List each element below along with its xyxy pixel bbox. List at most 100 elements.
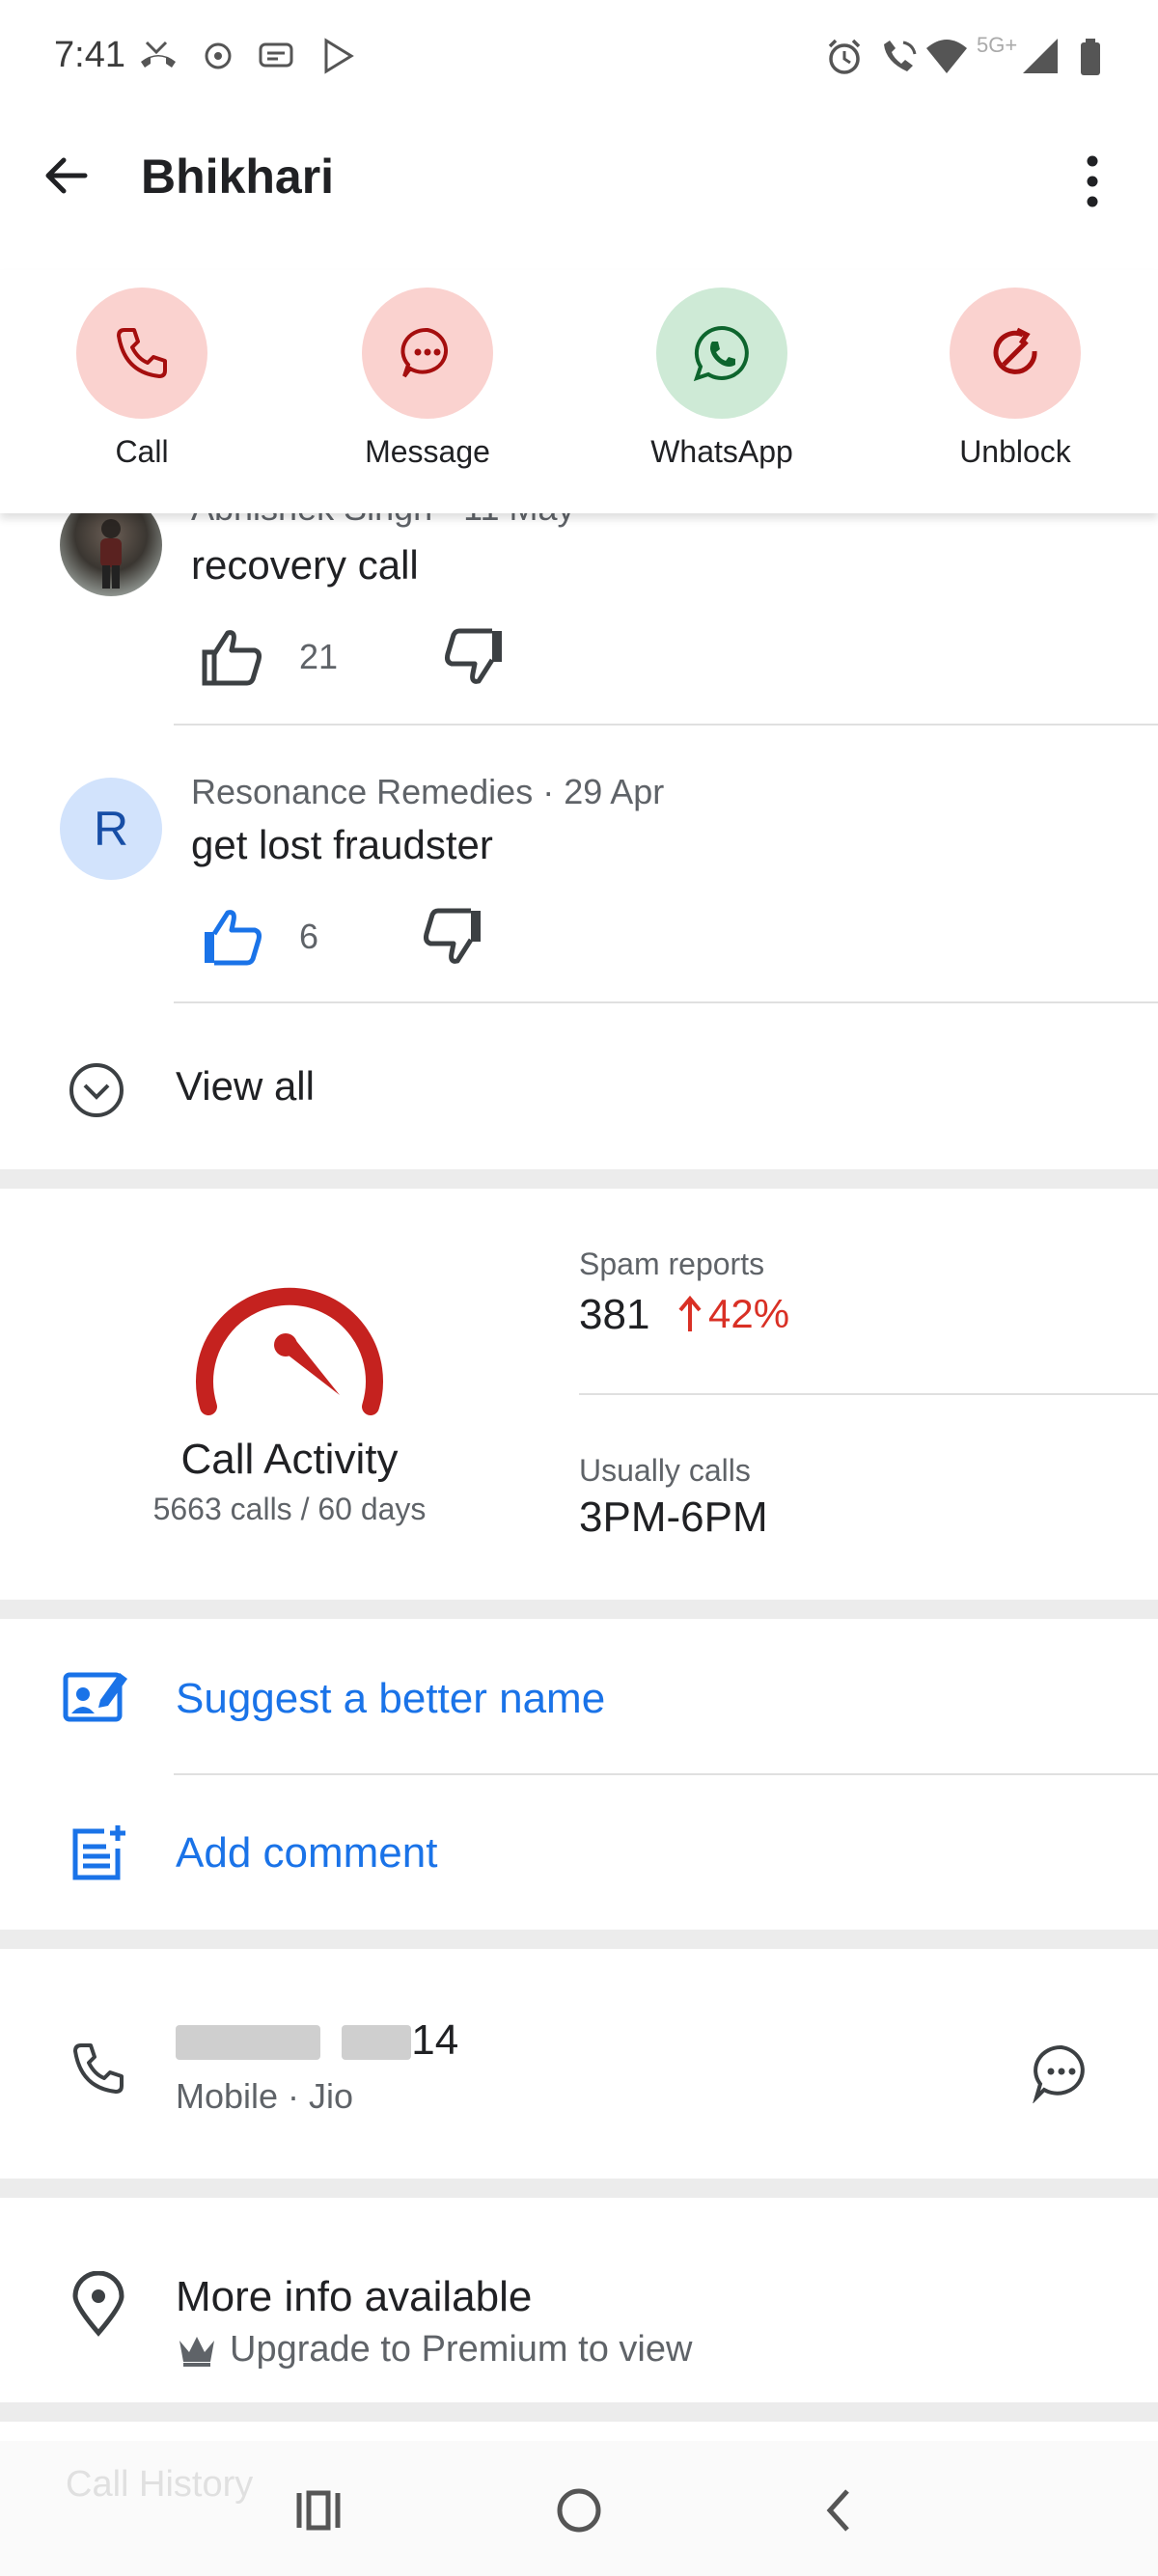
redacted-block: [342, 2025, 412, 2061]
spam-reports-value: 381: [579, 1291, 650, 1338]
crown-icon: [179, 2336, 214, 2367]
phone-number-row[interactable]: 14 Mobile · Jio: [0, 1968, 1158, 2180]
spam-trend-value: 42%: [708, 1291, 790, 1336]
location-pin-icon: [72, 2271, 124, 2337]
nav-back-button[interactable]: [811, 2481, 868, 2539]
divider: [579, 1393, 1158, 1395]
back-button[interactable]: [35, 145, 96, 206]
usually-calls-value: 3PM-6PM: [579, 1494, 768, 1541]
recent-apps-button[interactable]: [290, 2481, 347, 2539]
comment-text: recovery call: [191, 542, 419, 588]
whatsapp-icon: [693, 325, 749, 382]
avatar-letter: R: [93, 802, 129, 856]
quick-actions: Call Message WhatsApp Unblock: [0, 270, 1158, 513]
add-comment-icon: [72, 1825, 125, 1880]
recents-icon: [296, 2490, 341, 2531]
upvote-count: 21: [299, 637, 339, 676]
app-notification-icon: [201, 37, 235, 80]
signal-icon: [1021, 37, 1060, 80]
unblock-action-button[interactable]: Unblock: [919, 288, 1112, 470]
divider: [174, 1773, 1158, 1775]
unblock-circle: [950, 288, 1081, 419]
whatsapp-action-button[interactable]: WhatsApp: [625, 288, 818, 470]
more-info-row[interactable]: More info available Upgrade to Premium t…: [0, 2209, 1158, 2402]
send-sms-button[interactable]: [1025, 2036, 1098, 2109]
suggest-name-button[interactable]: Suggest a better name: [0, 1640, 1158, 1756]
downvote-button[interactable]: [419, 903, 486, 971]
edit-contact-icon: [63, 1672, 127, 1722]
home-button[interactable]: [550, 2481, 608, 2539]
thumb-down-icon: [424, 908, 481, 964]
divider: [174, 724, 1158, 726]
section-separator: [0, 2179, 1158, 2198]
message-icon: [400, 327, 449, 378]
more-info-title: More info available: [176, 2273, 533, 2320]
comment-text: get lost fraudster: [191, 822, 493, 867]
divider: [174, 1001, 1158, 1003]
speedometer-icon: [196, 1287, 383, 1415]
more-info-subtitle: Upgrade to Premium to view: [176, 2329, 692, 2370]
whatsapp-label: WhatsApp: [650, 434, 793, 469]
unblock-label: Unblock: [959, 434, 1071, 469]
arrow-back-icon: [45, 157, 88, 194]
page-title: Bhikhari: [141, 150, 335, 204]
play-store-icon: [318, 37, 357, 80]
suggest-name-label: Suggest a better name: [176, 1675, 606, 1722]
message-label: Message: [365, 434, 490, 469]
call-label: Call: [115, 434, 169, 469]
more-vert-icon: [1087, 155, 1098, 207]
section-separator: [0, 1930, 1158, 1949]
redacted-block: [176, 2025, 320, 2061]
message-notification-icon: [257, 37, 295, 80]
section-separator: [0, 1169, 1158, 1189]
phone-number-suffix: 14: [411, 2016, 459, 2064]
upvote-button[interactable]: [199, 903, 266, 971]
call-history-peek: Call History: [66, 2464, 254, 2505]
message-icon: [1033, 2044, 1085, 2103]
wifi-calling-icon: [878, 37, 919, 82]
call-activity-gauge: [145, 1245, 434, 1438]
comment-author-meta: Resonance Remedies · 29 Apr: [191, 772, 665, 811]
premium-upgrade-text: Upgrade to Premium to view: [230, 2329, 693, 2370]
call-activity-subtitle: 5663 calls / 60 days: [152, 1492, 427, 1526]
spam-trend: 42%: [677, 1291, 789, 1337]
thumb-up-filled-icon: [205, 910, 262, 966]
more-options-button[interactable]: [1062, 145, 1123, 218]
comment-avatar[interactable]: R: [60, 778, 162, 880]
chevron-left-icon: [826, 2489, 849, 2532]
message-action-button[interactable]: Message: [331, 288, 524, 470]
add-comment-label: Add comment: [176, 1829, 438, 1877]
upvote-count: 6: [299, 917, 319, 956]
phone-icon: [73, 2043, 124, 2094]
section-separator: [0, 2402, 1158, 2422]
thumb-down-icon: [445, 628, 502, 684]
phone-icon: [117, 328, 167, 378]
status-time: 7:41: [54, 35, 125, 75]
trend-up-arrow-icon: [678, 1295, 702, 1331]
alarm-icon: [824, 37, 865, 82]
downvote-button[interactable]: [440, 623, 508, 691]
system-navigation-bar: Call History: [0, 2441, 1158, 2576]
thumb-up-icon: [202, 630, 262, 686]
usually-calls-label: Usually calls: [579, 1453, 751, 1488]
upvote-button[interactable]: [199, 623, 266, 691]
missed-call-icon: [137, 37, 179, 80]
unblock-icon: [993, 327, 1037, 374]
phone-number: 14: [176, 2016, 458, 2065]
section-separator: [0, 1600, 1158, 1619]
network-type: 5G+: [977, 33, 1018, 57]
whatsapp-circle: [656, 288, 787, 419]
expand-circle-icon: [69, 1063, 124, 1117]
wifi-icon: [924, 37, 969, 82]
call-circle: [76, 288, 207, 419]
status-bar: 7:41 5G+: [0, 0, 1158, 116]
message-circle: [362, 288, 493, 419]
battery-icon: [1077, 37, 1104, 82]
call-action-button[interactable]: Call: [45, 288, 238, 470]
view-all-button[interactable]: View all: [0, 1042, 1158, 1138]
add-comment-button[interactable]: Add comment: [0, 1795, 1158, 1910]
view-all-label: View all: [176, 1063, 315, 1109]
spam-reports-label: Spam reports: [579, 1247, 765, 1281]
phone-type: Mobile · Jio: [176, 2076, 354, 2116]
home-circle-icon: [557, 2488, 601, 2533]
